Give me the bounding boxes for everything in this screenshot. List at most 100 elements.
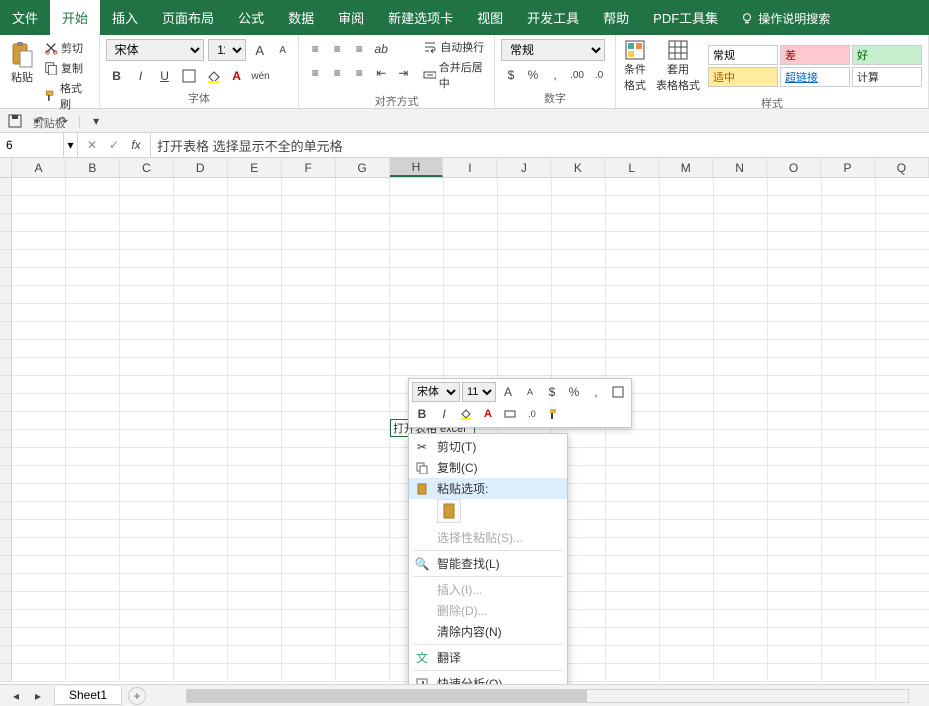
cell[interactable] <box>606 484 660 502</box>
cell[interactable] <box>660 556 714 574</box>
paste-button[interactable]: 粘贴 <box>6 39 38 113</box>
cell[interactable] <box>336 322 390 340</box>
enter-formula-button[interactable]: ✓ <box>104 135 124 155</box>
name-box-dropdown[interactable]: ▾ <box>64 133 78 157</box>
cell[interactable] <box>228 268 282 286</box>
cell[interactable] <box>174 232 228 250</box>
cell[interactable] <box>822 592 876 610</box>
cell[interactable] <box>120 286 174 304</box>
cell[interactable] <box>228 538 282 556</box>
cell[interactable] <box>552 250 606 268</box>
cell[interactable] <box>12 232 66 250</box>
cell[interactable] <box>390 304 444 322</box>
tab-view[interactable]: 视图 <box>465 0 515 35</box>
cell[interactable] <box>768 646 822 664</box>
cell[interactable] <box>336 250 390 268</box>
cell[interactable] <box>336 448 390 466</box>
cell[interactable] <box>228 646 282 664</box>
cell[interactable] <box>228 520 282 538</box>
cell[interactable] <box>660 520 714 538</box>
cell[interactable] <box>822 250 876 268</box>
cell[interactable] <box>12 286 66 304</box>
cell[interactable] <box>714 610 768 628</box>
cell[interactable] <box>876 574 929 592</box>
cell[interactable] <box>822 232 876 250</box>
cell[interactable] <box>660 196 714 214</box>
cell[interactable] <box>120 628 174 646</box>
paste-option-default[interactable] <box>437 499 461 523</box>
row-header[interactable] <box>0 556 12 574</box>
cell[interactable] <box>498 232 552 250</box>
mini-merge[interactable] <box>500 404 520 424</box>
percent-button[interactable]: % <box>523 65 543 85</box>
cell[interactable] <box>822 556 876 574</box>
cell[interactable] <box>282 250 336 268</box>
cell[interactable] <box>552 178 606 196</box>
cell[interactable] <box>282 196 336 214</box>
cell[interactable] <box>120 610 174 628</box>
cell[interactable] <box>714 520 768 538</box>
cell[interactable] <box>714 502 768 520</box>
cell[interactable] <box>444 322 498 340</box>
cell[interactable] <box>120 592 174 610</box>
style-normal[interactable]: 常规 <box>708 45 778 65</box>
cell[interactable] <box>768 394 822 412</box>
cell[interactable] <box>606 610 660 628</box>
cell[interactable] <box>714 196 768 214</box>
cell[interactable] <box>174 268 228 286</box>
mini-size-select[interactable]: 11 <box>462 382 496 402</box>
cell[interactable] <box>174 448 228 466</box>
cell[interactable] <box>714 484 768 502</box>
cell[interactable] <box>822 646 876 664</box>
cell[interactable] <box>336 664 390 682</box>
cell[interactable] <box>822 178 876 196</box>
ctx-copy[interactable]: 复制(C) <box>409 457 567 478</box>
increase-font-button[interactable]: A <box>250 40 269 60</box>
save-button[interactable] <box>6 112 24 130</box>
wrap-text-button[interactable]: 自动换行 <box>423 39 488 55</box>
cell[interactable] <box>282 214 336 232</box>
cell[interactable] <box>228 592 282 610</box>
cell[interactable] <box>822 430 876 448</box>
cell[interactable] <box>660 214 714 232</box>
cell[interactable] <box>822 304 876 322</box>
cell[interactable] <box>12 592 66 610</box>
col-header-active[interactable]: H <box>390 158 444 177</box>
cell[interactable] <box>876 304 929 322</box>
row-header[interactable] <box>0 376 12 394</box>
cell[interactable] <box>336 592 390 610</box>
ctx-clear-contents[interactable]: 清除内容(N) <box>409 621 567 642</box>
insert-function-button[interactable]: fx <box>126 135 146 155</box>
cell[interactable] <box>660 178 714 196</box>
row-header[interactable] <box>0 574 12 592</box>
cell[interactable] <box>12 484 66 502</box>
cell[interactable] <box>228 376 282 394</box>
ctx-paste-options[interactable]: 粘贴选项: <box>409 478 567 499</box>
cell[interactable] <box>768 232 822 250</box>
cell[interactable] <box>822 628 876 646</box>
cell[interactable] <box>552 304 606 322</box>
cell[interactable] <box>282 394 336 412</box>
cell[interactable] <box>768 358 822 376</box>
cell[interactable] <box>876 232 929 250</box>
cell[interactable] <box>228 340 282 358</box>
cell[interactable] <box>336 178 390 196</box>
sheet-nav-next[interactable]: ▸ <box>28 686 48 706</box>
cell[interactable] <box>12 178 66 196</box>
cell[interactable] <box>336 628 390 646</box>
tab-formulas[interactable]: 公式 <box>226 0 276 35</box>
phonetic-button[interactable]: wén <box>250 65 272 87</box>
cell[interactable] <box>228 196 282 214</box>
cell[interactable] <box>12 250 66 268</box>
font-color-button[interactable]: A <box>226 65 248 87</box>
cell[interactable] <box>12 448 66 466</box>
increase-indent-button[interactable]: ⇥ <box>393 63 413 83</box>
cell[interactable] <box>714 304 768 322</box>
cell[interactable] <box>12 268 66 286</box>
cell[interactable] <box>336 610 390 628</box>
italic-button[interactable]: I <box>130 65 152 87</box>
style-calculation[interactable]: 计算 <box>852 67 922 87</box>
font-name-select[interactable]: 宋体 <box>106 39 205 61</box>
cell[interactable] <box>768 412 822 430</box>
cell[interactable] <box>714 628 768 646</box>
